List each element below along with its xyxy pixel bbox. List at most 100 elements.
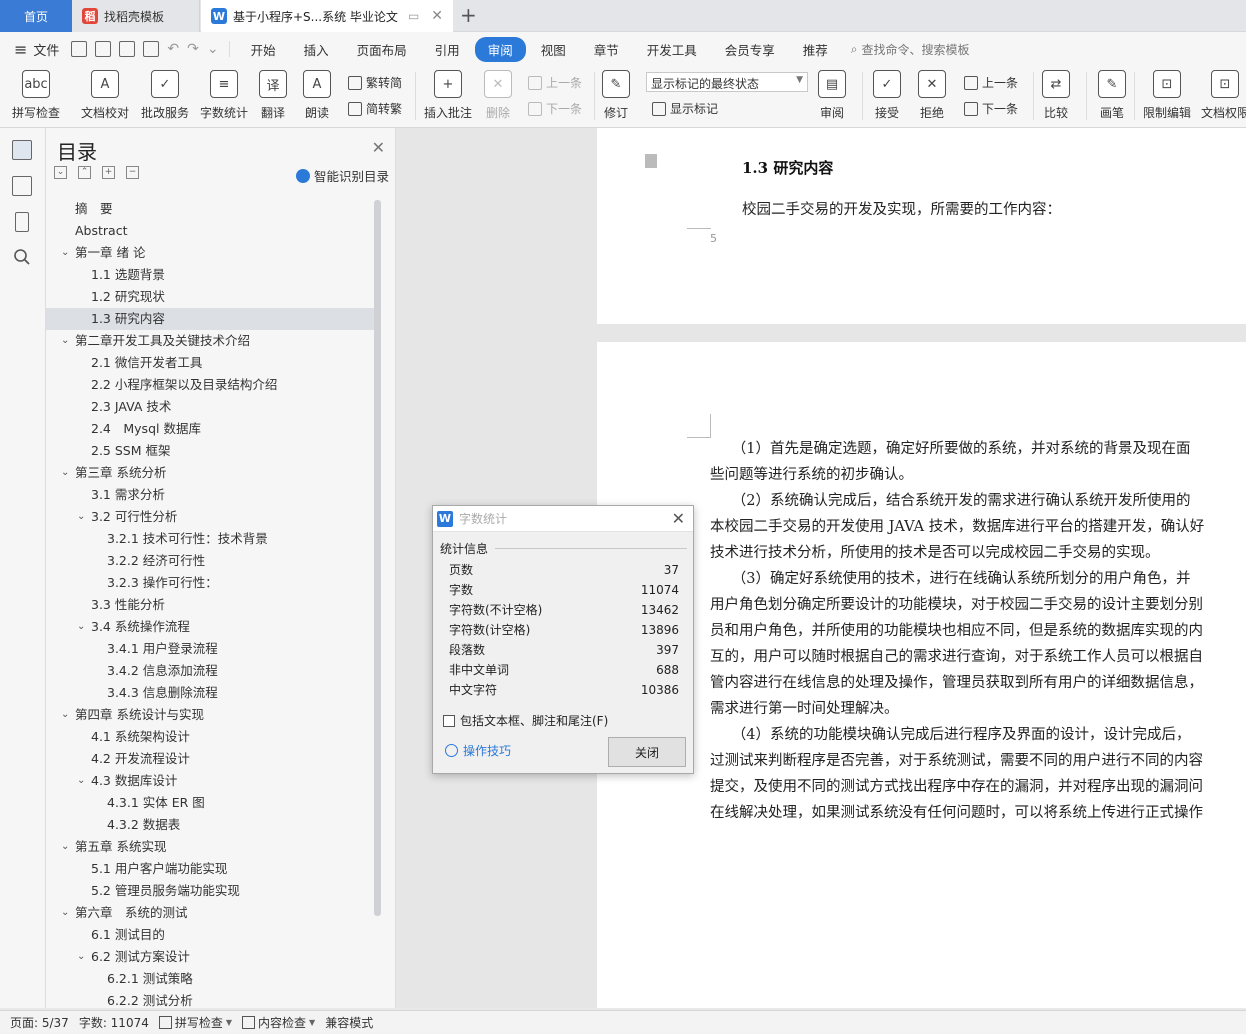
toc-item[interactable]: 3.2.1 技术可行性：技术背景 bbox=[46, 528, 376, 550]
chevron-down-icon[interactable]: ⌄ bbox=[77, 616, 85, 638]
content-check-status[interactable]: 内容检查 ▼ bbox=[242, 1014, 315, 1031]
chevron-down-icon[interactable]: ⌄ bbox=[61, 902, 69, 924]
export-icon[interactable] bbox=[95, 41, 112, 57]
toc-item[interactable]: ⌄ 4.3 数据库设计 bbox=[46, 770, 376, 792]
toc-item[interactable]: 3.3 性能分析 bbox=[46, 594, 376, 616]
smart-toc-button[interactable]: 智能识别目录 bbox=[295, 166, 389, 185]
batch-service-button[interactable]: ✓ 批改服务 bbox=[141, 70, 189, 121]
compare-button[interactable]: ⇄ 比较 bbox=[1042, 70, 1070, 121]
restrict-edit-button[interactable]: ⊡ 限制编辑 bbox=[1143, 70, 1191, 121]
reject-button[interactable]: ✕ 拒绝 bbox=[918, 70, 946, 121]
restore-icon[interactable]: ▭ bbox=[408, 9, 419, 23]
close-icon[interactable]: ✕ bbox=[372, 138, 385, 157]
toc-item[interactable]: ⌄ 第六章 系统的测试 bbox=[46, 902, 376, 924]
read-aloud-button[interactable]: A 朗读 bbox=[303, 70, 331, 121]
toc-item[interactable]: 3.1 需求分析 bbox=[46, 484, 376, 506]
chevron-down-icon[interactable]: ⌄ bbox=[61, 704, 69, 726]
toc-item[interactable]: 4.3.1 实体 ER 图 bbox=[46, 792, 376, 814]
command-search[interactable]: ⌕ 查找命令、搜索模板 bbox=[851, 41, 970, 58]
show-markup-button[interactable]: 显示标记 bbox=[652, 100, 718, 117]
toc-item[interactable]: 5.1 用户客户端功能实现 bbox=[46, 858, 376, 880]
menu-tab[interactable]: 会员专享 bbox=[712, 37, 788, 62]
toc-item[interactable]: 1.3 研究内容 bbox=[46, 308, 376, 330]
toc-icon[interactable] bbox=[12, 140, 32, 160]
toc-item[interactable]: 1.2 研究现状 bbox=[46, 286, 376, 308]
minus-icon[interactable]: − bbox=[126, 166, 139, 179]
file-menu[interactable]: ≡ 文件 bbox=[0, 40, 71, 59]
checkbox-box[interactable] bbox=[443, 714, 455, 727]
menu-tab[interactable]: 审阅 bbox=[474, 36, 526, 62]
toc-item[interactable]: ⌄ 3.4 系统操作流程 bbox=[46, 616, 376, 638]
page-indicator[interactable]: 页面: 5/37 bbox=[10, 1014, 69, 1031]
toc-item[interactable]: 摘 要 bbox=[46, 198, 376, 220]
plus-icon[interactable]: + bbox=[102, 166, 115, 179]
doc-permission-button[interactable]: ⊡ 文档权限 bbox=[1201, 70, 1246, 121]
simp-to-trad-button[interactable]: 简转繁 bbox=[348, 100, 402, 117]
chevron-down-icon[interactable]: ⌄ bbox=[77, 946, 85, 968]
toc-item[interactable]: 4.3.2 数据表 bbox=[46, 814, 376, 836]
doc-proof-button[interactable]: A 文档校对 bbox=[81, 70, 129, 121]
toc-item[interactable]: ⌄ 第二章开发工具及关键技术介绍 bbox=[46, 330, 376, 352]
toc-item[interactable]: 2.1 微信开发者工具 bbox=[46, 352, 376, 374]
toc-item[interactable]: 3.4.1 用户登录流程 bbox=[46, 638, 376, 660]
word-count-status[interactable]: 字数: 11074 bbox=[79, 1014, 149, 1031]
toc-item[interactable]: ⌄ 第四章 系统设计与实现 bbox=[46, 704, 376, 726]
nav-pane-icon[interactable] bbox=[12, 176, 32, 196]
prev-change-button[interactable]: 上一条 bbox=[964, 74, 1018, 91]
toc-item[interactable]: 3.2.2 经济可行性 bbox=[46, 550, 376, 572]
toc-item[interactable]: ⌄ 第三章 系统分析 bbox=[46, 462, 376, 484]
accept-button[interactable]: ✓ 接受 bbox=[873, 70, 901, 121]
translate-button[interactable]: 译翻译 bbox=[259, 70, 287, 121]
toc-item[interactable]: 2.2 小程序框架以及目录结构介绍 bbox=[46, 374, 376, 396]
tab-template[interactable]: 稻 找稻壳模板 bbox=[72, 0, 200, 32]
toc-item[interactable]: 6.2.1 测试策略 bbox=[46, 968, 376, 990]
chevron-down-icon[interactable]: ⌄ bbox=[61, 242, 69, 264]
toc-item[interactable]: 5.2 管理员服务端功能实现 bbox=[46, 880, 376, 902]
tab-document[interactable]: W 基于小程序+S...系统 毕业论文 ▭ ✕ bbox=[201, 0, 453, 32]
toc-item[interactable]: 3.4.3 信息删除流程 bbox=[46, 682, 376, 704]
next-comment-button[interactable]: 下一条 bbox=[528, 100, 582, 117]
toc-item[interactable]: ⌄ 第五章 系统实现 bbox=[46, 836, 376, 858]
toc-item[interactable]: ⌄ 第一章 绪 论 bbox=[46, 242, 376, 264]
spell-check-button[interactable]: abc 拼写检查 bbox=[12, 70, 60, 121]
toc-item[interactable]: 2.4 Mysql 数据库 bbox=[46, 418, 376, 440]
customize-icon[interactable]: ⌄ bbox=[207, 41, 219, 57]
toc-item[interactable]: 3.2.3 操作可行性： bbox=[46, 572, 376, 594]
toc-item[interactable]: 4.1 系统架构设计 bbox=[46, 726, 376, 748]
chevron-down-icon[interactable]: ⌄ bbox=[61, 330, 69, 352]
expand-all-icon[interactable]: ⌃ bbox=[78, 166, 91, 179]
toc-item[interactable]: 4.2 开发流程设计 bbox=[46, 748, 376, 770]
close-icon[interactable]: ✕ bbox=[672, 509, 685, 528]
collapse-all-icon[interactable]: ⌄ bbox=[54, 166, 67, 179]
toc-item[interactable]: ⌄ 6.2 测试方案设计 bbox=[46, 946, 376, 968]
menu-tab[interactable]: 章节 bbox=[581, 37, 632, 62]
chevron-down-icon[interactable]: ⌄ bbox=[77, 506, 85, 528]
include-textbox-checkbox[interactable]: 包括文本框、脚注和尾注(F) bbox=[443, 712, 608, 729]
menu-tab[interactable]: 页面布局 bbox=[344, 37, 420, 62]
new-tab-button[interactable]: + bbox=[460, 4, 477, 26]
close-icon[interactable]: ✕ bbox=[431, 8, 443, 24]
tab-home[interactable]: 首页 bbox=[0, 0, 72, 32]
trad-to-simp-button[interactable]: 繁转简 bbox=[348, 74, 402, 91]
print-icon[interactable] bbox=[119, 41, 136, 57]
menu-tab[interactable]: 插入 bbox=[291, 37, 342, 62]
prev-comment-button[interactable]: 上一条 bbox=[528, 74, 582, 91]
menu-tab[interactable]: 引用 bbox=[422, 37, 473, 62]
spell-check-status[interactable]: 拼写检查 ▼ bbox=[158, 1014, 232, 1031]
undo-icon[interactable]: ↶ bbox=[167, 41, 179, 57]
pen-button[interactable]: ✎ 画笔 bbox=[1098, 70, 1126, 121]
preview-icon[interactable] bbox=[143, 41, 160, 57]
chevron-down-icon[interactable]: ⌄ bbox=[61, 836, 69, 858]
toc-item[interactable]: ⌄ 3.2 可行性分析 bbox=[46, 506, 376, 528]
toc-scrollbar[interactable] bbox=[374, 200, 381, 916]
save-icon[interactable] bbox=[71, 41, 88, 57]
menu-tab[interactable]: 开发工具 bbox=[634, 37, 710, 62]
delete-comment-button[interactable]: ✕ 删除 bbox=[484, 70, 512, 121]
toc-item[interactable]: 2.5 SSM 框架 bbox=[46, 440, 376, 462]
toc-item[interactable]: Abstract bbox=[46, 220, 376, 242]
tips-link[interactable]: 操作技巧 bbox=[445, 742, 511, 759]
toc-item[interactable]: 3.4.2 信息添加流程 bbox=[46, 660, 376, 682]
bookmark-icon[interactable] bbox=[15, 212, 29, 232]
redo-icon[interactable]: ↷ bbox=[187, 41, 199, 57]
next-change-button[interactable]: 下一条 bbox=[964, 100, 1018, 117]
